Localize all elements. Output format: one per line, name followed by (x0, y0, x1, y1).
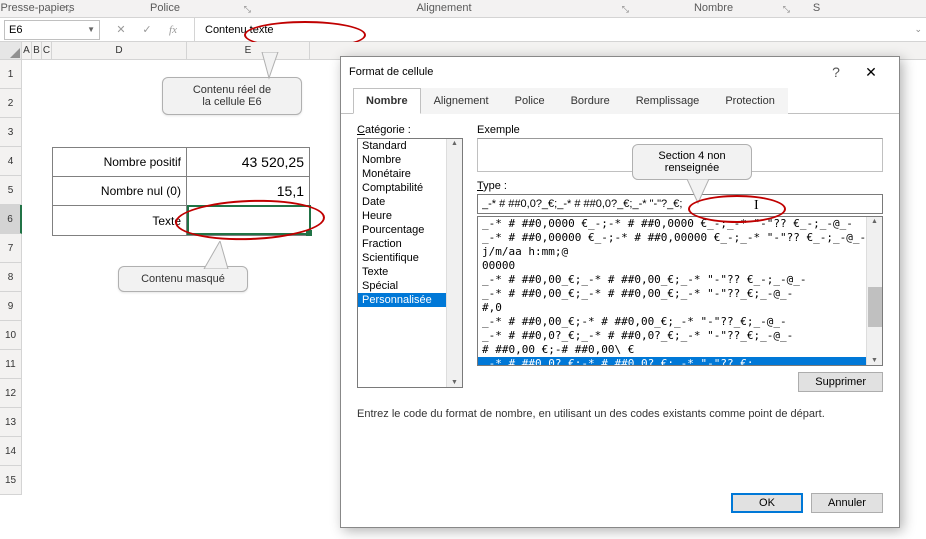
row-header-10[interactable]: 10 (0, 321, 22, 350)
row-header-5[interactable]: 5 (0, 176, 22, 205)
fx-icon[interactable]: fx (166, 24, 180, 36)
category-list[interactable]: Standard Nombre Monétaire Comptabilité D… (357, 138, 463, 388)
row-header-15[interactable]: 15 (0, 466, 22, 495)
cat-item-special[interactable]: Spécial (358, 279, 446, 293)
ok-button[interactable]: OK (731, 493, 803, 513)
type-item[interactable]: _-* # ##0,0000 €_-;-* # ##0,0000 €_-;_-*… (478, 217, 882, 231)
tab-border[interactable]: Bordure (558, 88, 623, 114)
format-cells-dialog: Format de cellule ? ✕ Nombre Alignement … (340, 56, 900, 528)
cell-e4[interactable]: 43 520,25 (187, 148, 309, 176)
name-box-value: E6 (9, 24, 22, 36)
chevron-down-icon[interactable]: ▼ (87, 25, 95, 34)
row-header-3[interactable]: 3 (0, 118, 22, 147)
ribbon-group-labels: Presse-papiers⤡ Police⤡ Alignement⤡ Nomb… (0, 0, 926, 18)
row-header-6[interactable]: 6 (0, 205, 22, 234)
formula-bar: E6 ▼ ✕ ✓ fx ⌄ (0, 18, 926, 42)
close-icon[interactable]: ✕ (851, 64, 891, 81)
cat-item-custom[interactable]: Personnalisée (358, 293, 446, 307)
example-label: Exemple (477, 124, 883, 136)
row-header-1[interactable]: 1 (0, 60, 22, 89)
row-header-4[interactable]: 4 (0, 147, 22, 176)
cell-e6[interactable] (187, 206, 309, 235)
data-range: Nombre positif 43 520,25 Nombre nul (0) … (52, 147, 310, 236)
cat-item-number[interactable]: Nombre (358, 153, 446, 167)
ribbon-label-number: Nombre (694, 0, 733, 16)
cat-item-accounting[interactable]: Comptabilité (358, 181, 446, 195)
cancel-button[interactable]: Annuler (811, 493, 883, 513)
dialog-title: Format de cellule (349, 66, 821, 78)
cell-d5[interactable]: Nombre nul (0) (53, 177, 187, 205)
row-header-9[interactable]: 9 (0, 292, 22, 321)
type-list[interactable]: _-* # ##0,0000 €_-;-* # ##0,0000 €_-;_-*… (477, 216, 883, 366)
delete-button[interactable]: Supprimer (798, 372, 883, 392)
row-header-14[interactable]: 14 (0, 437, 22, 466)
category-label: Catégorie : (357, 124, 463, 136)
type-label: Type : (477, 180, 883, 192)
cell-e5[interactable]: 15,1 (187, 177, 309, 205)
type-item[interactable]: # ##0,00 €;-# ##0,00\ € (478, 343, 882, 357)
expand-formula-icon[interactable]: ⌄ (914, 24, 922, 35)
col-header-a[interactable]: A (22, 42, 32, 59)
enter-icon[interactable]: ✓ (140, 23, 154, 36)
cat-item-time[interactable]: Heure (358, 209, 446, 223)
type-item[interactable]: 00000 (478, 259, 882, 273)
ribbon-label-alignment: Alignement (416, 0, 471, 16)
tab-protection[interactable]: Protection (712, 88, 788, 114)
col-header-c[interactable]: C (42, 42, 52, 59)
type-item[interactable]: _-* # ##0,00_€;-* # ##0,00_€;_-* "-"??_€… (478, 315, 882, 329)
tab-number[interactable]: Nombre (353, 88, 421, 114)
col-header-e[interactable]: E (187, 42, 310, 59)
tab-font[interactable]: Police (502, 88, 558, 114)
cat-item-standard[interactable]: Standard (358, 139, 446, 153)
cat-item-scientific[interactable]: Scientifique (358, 251, 446, 265)
cat-item-text[interactable]: Texte (358, 265, 446, 279)
row-header-8[interactable]: 8 (0, 263, 22, 292)
type-input[interactable] (477, 194, 883, 214)
hint-text: Entrez le code du format de nombre, en u… (357, 408, 883, 420)
row-header-12[interactable]: 12 (0, 379, 22, 408)
col-header-d[interactable]: D (52, 42, 187, 59)
type-item[interactable]: _-* # ##0,00000 €_-;-* # ##0,00000 €_-;_… (478, 231, 882, 245)
formula-input[interactable] (205, 24, 916, 36)
tab-alignment[interactable]: Alignement (421, 88, 502, 114)
type-item[interactable]: j/m/aa h:mm;@ (478, 245, 882, 259)
dialog-tabs: Nombre Alignement Police Bordure Remplis… (341, 87, 899, 114)
select-all-corner[interactable] (0, 42, 22, 59)
row-header-7[interactable]: 7 (0, 234, 22, 263)
callout-hidden-content: Contenu masqué (118, 266, 248, 292)
cell-d6[interactable]: Texte (53, 206, 187, 235)
ribbon-label-font: Police (150, 0, 180, 16)
category-scrollbar[interactable] (446, 139, 462, 387)
type-item[interactable]: _-* # ##0,00_€;_-* # ##0,00_€;_-* "-"??_… (478, 287, 882, 301)
name-box[interactable]: E6 ▼ (4, 20, 100, 40)
cat-item-currency[interactable]: Monétaire (358, 167, 446, 181)
ribbon-label-styles: S (813, 0, 820, 16)
cat-item-date[interactable]: Date (358, 195, 446, 209)
cat-item-percentage[interactable]: Pourcentage (358, 223, 446, 237)
type-item[interactable]: #,0 (478, 301, 882, 315)
tab-fill[interactable]: Remplissage (623, 88, 713, 114)
row-header-13[interactable]: 13 (0, 408, 22, 437)
type-item[interactable]: _-* # ##0,00_€;_-* # ##0,00_€;_-* "-"?? … (478, 273, 882, 287)
type-scrollbar[interactable] (866, 217, 882, 365)
type-item[interactable]: _-* # ##0,0?_€;_-* # ##0,0?_€;_-* "-"??_… (478, 329, 882, 343)
row-header-2[interactable]: 2 (0, 89, 22, 118)
callout-real-content: Contenu réel de la cellule E6 (162, 77, 302, 115)
help-button[interactable]: ? (821, 64, 851, 80)
type-item-selected[interactable]: _-* # ##0,0? €;-* # ##0,0? €;_-* "-"?? €… (478, 357, 882, 366)
col-header-b[interactable]: B (32, 42, 42, 59)
cat-item-fraction[interactable]: Fraction (358, 237, 446, 251)
row-header-11[interactable]: 11 (0, 350, 22, 379)
cancel-icon[interactable]: ✕ (114, 23, 128, 36)
cell-d4[interactable]: Nombre positif (53, 148, 187, 176)
callout-section4: Section 4 non renseignée (632, 144, 752, 180)
